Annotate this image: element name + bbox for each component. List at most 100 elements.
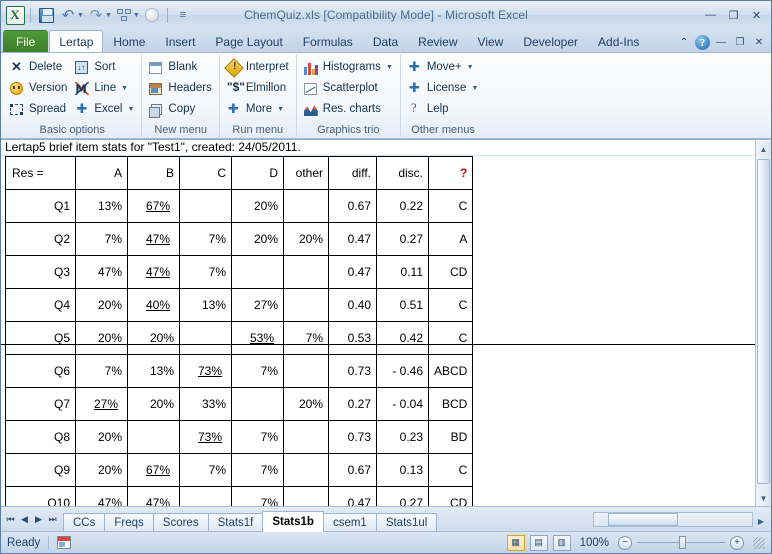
ribbon-button-more[interactable]: More▼ bbox=[223, 99, 293, 120]
cell-option-b[interactable]: 47% bbox=[128, 256, 180, 289]
cell-option-b[interactable]: 47% bbox=[128, 487, 180, 507]
cell-option-b[interactable]: 13% bbox=[128, 355, 180, 388]
cell-flag[interactable]: C bbox=[429, 322, 473, 355]
cell-flag[interactable]: BCD bbox=[429, 388, 473, 421]
cell-option-d[interactable] bbox=[232, 256, 284, 289]
row-header-item[interactable]: Q8 bbox=[6, 421, 76, 454]
undo-button[interactable]: ↶ bbox=[58, 5, 78, 25]
cell-option-d[interactable]: 27% bbox=[232, 289, 284, 322]
workbook-minimize-button[interactable]: — bbox=[713, 37, 729, 48]
cell-option-d[interactable]: 7% bbox=[232, 421, 284, 454]
page-break-view-button[interactable]: ▥ bbox=[553, 535, 571, 551]
cell-option-c[interactable] bbox=[180, 487, 232, 507]
cell-option-a[interactable]: 7% bbox=[76, 223, 128, 256]
window-restore-button[interactable]: ❐ bbox=[723, 7, 744, 23]
workbook-restore-button[interactable]: ❐ bbox=[732, 37, 748, 48]
sheet-tab-stats1b[interactable]: Stats1b bbox=[262, 511, 324, 532]
cell-flag[interactable]: CD bbox=[429, 487, 473, 507]
sheet-tab-stats1f[interactable]: Stats1f bbox=[208, 513, 264, 532]
normal-view-button[interactable]: ▦ bbox=[507, 535, 525, 551]
cell-flag[interactable]: C bbox=[429, 190, 473, 223]
quick-print-button[interactable] bbox=[114, 5, 134, 25]
ribbon-tab-data[interactable]: Data bbox=[363, 30, 408, 52]
ribbon-tab-review[interactable]: Review bbox=[408, 30, 467, 52]
cell-difficulty[interactable]: 0.40 bbox=[329, 289, 377, 322]
ribbon-tab-insert[interactable]: Insert bbox=[155, 30, 205, 52]
ribbon-tab-add-ins[interactable]: Add-Ins bbox=[588, 30, 649, 52]
table-row[interactable]: Q347%47%7%0.470.11CD bbox=[6, 256, 473, 289]
scroll-right-icon[interactable]: ▶ bbox=[753, 512, 769, 531]
ribbon-button-interpret[interactable]: Interpret bbox=[223, 57, 293, 78]
cell-option-c[interactable]: 33% bbox=[180, 388, 232, 421]
table-row[interactable]: Q520%20%53%7%0.530.42C bbox=[6, 322, 473, 355]
table-row[interactable]: Q420%40%13%27%0.400.51C bbox=[6, 289, 473, 322]
ribbon-button-blank[interactable]: Blank bbox=[145, 57, 215, 78]
save-button[interactable] bbox=[36, 5, 56, 25]
column-header-c[interactable]: C bbox=[180, 157, 232, 190]
cell-flag[interactable]: CD bbox=[429, 256, 473, 289]
cell-difficulty[interactable]: 0.67 bbox=[329, 454, 377, 487]
ribbon-button-copy[interactable]: Copy bbox=[145, 99, 215, 120]
horizontal-scrollbar[interactable] bbox=[593, 512, 753, 527]
cell-other[interactable] bbox=[284, 454, 329, 487]
cell-discrimination[interactable]: - 0.04 bbox=[377, 388, 429, 421]
table-row[interactable]: Q820%73%7%0.730.23BD bbox=[6, 421, 473, 454]
column-header-res[interactable]: Res = bbox=[6, 157, 76, 190]
zoom-slider-handle[interactable] bbox=[679, 536, 686, 549]
table-row[interactable]: Q920%67%7%7%0.670.13C bbox=[6, 454, 473, 487]
ribbon-button-scatterplot[interactable]: Scatterplot bbox=[300, 78, 397, 99]
cell-difficulty[interactable]: 0.73 bbox=[329, 355, 377, 388]
cell-option-a[interactable]: 7% bbox=[76, 355, 128, 388]
cell-option-b[interactable] bbox=[128, 421, 180, 454]
cell-option-a[interactable]: 20% bbox=[76, 421, 128, 454]
ribbon-button-sort[interactable]: Sort bbox=[71, 57, 138, 78]
chevron-down-icon[interactable]: ▼ bbox=[471, 85, 478, 92]
cell-discrimination[interactable]: 0.11 bbox=[377, 256, 429, 289]
cell-difficulty[interactable]: 0.67 bbox=[329, 190, 377, 223]
sheet-tab-stats1ul[interactable]: Stats1ul bbox=[376, 513, 438, 532]
cell-other[interactable] bbox=[284, 487, 329, 507]
row-header-item[interactable]: Q6 bbox=[6, 355, 76, 388]
cell-option-d[interactable]: 7% bbox=[232, 355, 284, 388]
redo-dropdown-icon[interactable]: ▼ bbox=[105, 12, 112, 19]
scroll-down-icon[interactable]: ▼ bbox=[756, 490, 771, 506]
cell-other[interactable] bbox=[284, 190, 329, 223]
cell-option-a[interactable]: 20% bbox=[76, 322, 128, 355]
cell-other[interactable] bbox=[284, 355, 329, 388]
ribbon-tab-home[interactable]: Home bbox=[103, 30, 155, 52]
sheet-nav-buttons[interactable]: ⏮◀▶⏭ bbox=[4, 514, 63, 525]
customize-qat-button[interactable]: ≡ bbox=[173, 5, 193, 25]
page-layout-view-button[interactable]: ▤ bbox=[530, 535, 548, 551]
cell-option-c[interactable]: 73% bbox=[180, 355, 232, 388]
ribbon-tab-file[interactable]: File bbox=[3, 30, 48, 52]
table-row[interactable]: Q67%13%73%7%0.73- 0.46ABCD bbox=[6, 355, 473, 388]
sheet-tab-scores[interactable]: Scores bbox=[153, 513, 209, 532]
sheet-nav-button-0[interactable]: ⏮ bbox=[4, 514, 17, 525]
resize-grip[interactable] bbox=[753, 537, 765, 549]
cell-option-d[interactable] bbox=[232, 388, 284, 421]
cell-flag[interactable]: BD bbox=[429, 421, 473, 454]
row-header-item[interactable]: Q1 bbox=[6, 190, 76, 223]
cell-option-c[interactable]: 13% bbox=[180, 289, 232, 322]
chevron-down-icon[interactable]: ▼ bbox=[467, 64, 474, 71]
cell-discrimination[interactable]: 0.13 bbox=[377, 454, 429, 487]
cell-difficulty[interactable]: 0.47 bbox=[329, 487, 377, 507]
cell-option-d[interactable]: 20% bbox=[232, 223, 284, 256]
cell-other[interactable] bbox=[284, 421, 329, 454]
cell-option-a[interactable]: 47% bbox=[76, 487, 128, 507]
ribbon-tab-developer[interactable]: Developer bbox=[513, 30, 588, 52]
row-header-item[interactable]: Q5 bbox=[6, 322, 76, 355]
row-header-item[interactable]: Q2 bbox=[6, 223, 76, 256]
cell-option-a[interactable]: 13% bbox=[76, 190, 128, 223]
ribbon-button-excel[interactable]: Excel▼ bbox=[71, 99, 138, 120]
cell-option-b[interactable]: 67% bbox=[128, 454, 180, 487]
chevron-down-icon[interactable]: ▼ bbox=[121, 85, 128, 92]
table-row[interactable]: Q727%20%33%20%0.27- 0.04BCD bbox=[6, 388, 473, 421]
sheet-tab-ccs[interactable]: CCs bbox=[63, 513, 105, 532]
office-orb-button[interactable] bbox=[142, 5, 162, 25]
excel-app-button[interactable]: X bbox=[5, 5, 25, 25]
cell-option-c[interactable]: 73% bbox=[180, 421, 232, 454]
cell-option-d[interactable]: 7% bbox=[232, 454, 284, 487]
worksheet-grid[interactable]: Res =ABCDotherdiff.disc.?Q113%67%20%0.67… bbox=[1, 156, 771, 506]
cell-difficulty[interactable]: 0.73 bbox=[329, 421, 377, 454]
